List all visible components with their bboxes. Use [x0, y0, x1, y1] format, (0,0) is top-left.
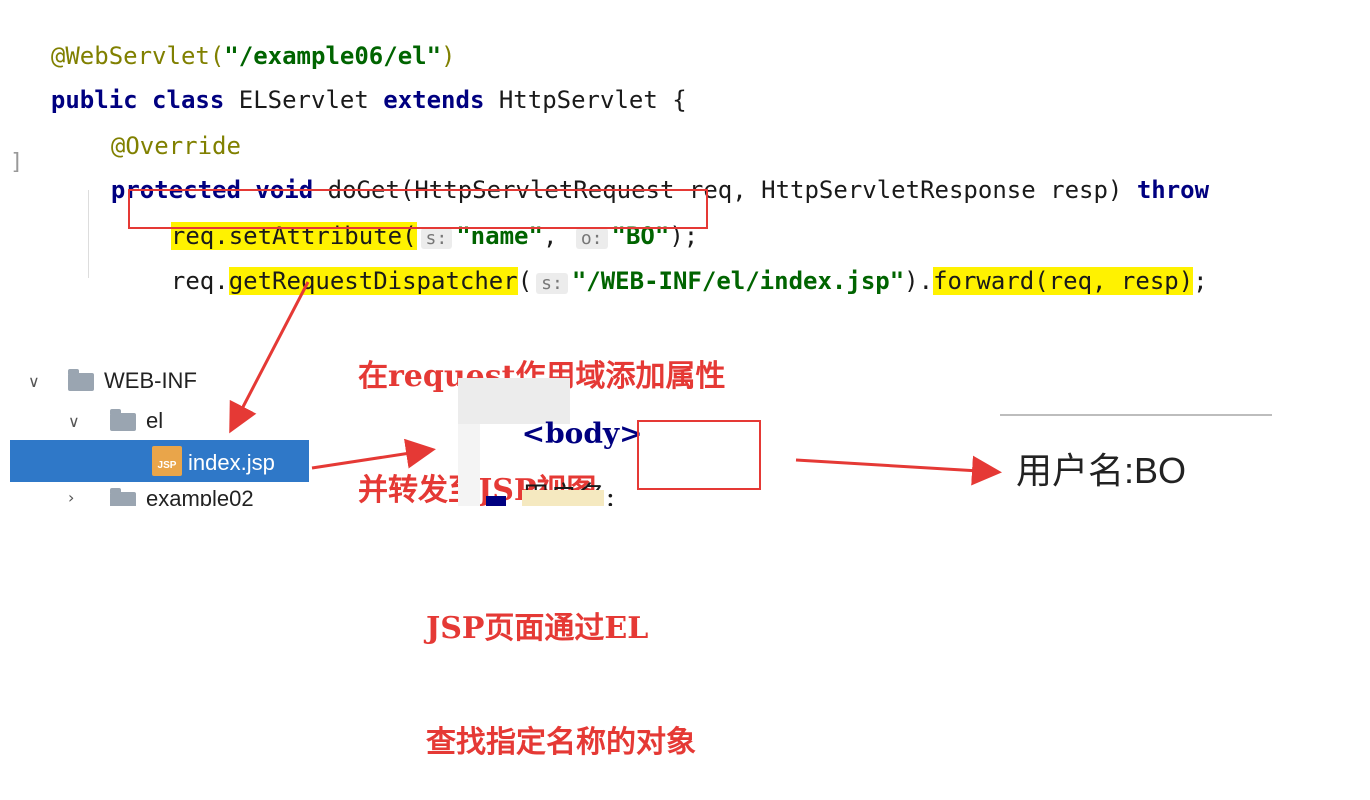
annotation-bottom-line2: 查找指定名称的对象: [426, 725, 696, 760]
arrow-to-jsp-code: [311, 438, 436, 470]
annotation-arrows: [229, 281, 1002, 486]
arrow-to-index-jsp: [229, 281, 310, 434]
arrow-to-result: [795, 455, 1002, 486]
